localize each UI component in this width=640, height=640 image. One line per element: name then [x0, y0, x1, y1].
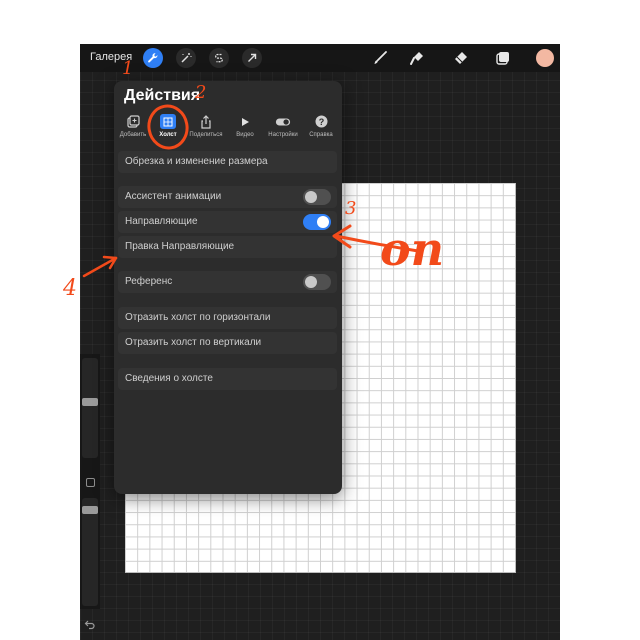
- flip-vertical-row[interactable]: Отразить холст по вертикали: [118, 332, 337, 354]
- share-icon: [198, 114, 214, 129]
- side-slider-bar: [80, 354, 100, 609]
- add-icon: [125, 114, 141, 129]
- tab-video[interactable]: Видео: [226, 113, 264, 143]
- tab-help[interactable]: ? Справка: [302, 113, 340, 143]
- drawing-guide-row[interactable]: Направляющие: [118, 211, 337, 233]
- tab-label: Настройки: [268, 132, 298, 138]
- reference-toggle[interactable]: [303, 274, 331, 290]
- annotation-number-4: 4: [63, 276, 77, 301]
- crop-resize-row[interactable]: Обрезка и изменение размера: [118, 151, 337, 173]
- opacity-slider[interactable]: [82, 498, 98, 606]
- annotation-number-1: 1: [122, 58, 134, 79]
- eraser-icon[interactable]: [451, 48, 471, 68]
- flip-horizontal-row[interactable]: Отразить холст по горизонтали: [118, 307, 337, 329]
- canvas-icon: [160, 114, 176, 129]
- actions-panel: Действия Добавить Холст Поделиться Видео…: [114, 81, 342, 494]
- play-icon: [237, 114, 253, 129]
- brush-size-slider[interactable]: [82, 358, 98, 458]
- smudge-icon[interactable]: [407, 48, 427, 68]
- opacity-thumb[interactable]: [82, 506, 98, 514]
- animation-assist-toggle[interactable]: [303, 189, 331, 205]
- tab-settings[interactable]: Настройки: [264, 113, 302, 143]
- tab-label: Видео: [236, 132, 254, 138]
- row-label: Направляющие: [125, 216, 198, 227]
- color-swatch[interactable]: [536, 49, 554, 67]
- reference-row[interactable]: Референс: [118, 271, 337, 293]
- undo-icon[interactable]: [84, 618, 96, 630]
- brush-size-thumb[interactable]: [82, 398, 98, 406]
- tab-add[interactable]: Добавить: [114, 113, 152, 143]
- row-label: Отразить холст по вертикали: [125, 337, 262, 348]
- top-toolbar: Галерея: [80, 44, 560, 72]
- wrench-icon[interactable]: [143, 48, 163, 68]
- row-label: Референс: [125, 276, 173, 287]
- modify-button[interactable]: [86, 478, 95, 487]
- annotation-number-2: 2: [195, 82, 207, 103]
- toggle-knob: [305, 276, 317, 288]
- canvas-info-row[interactable]: Сведения о холсте: [118, 368, 337, 390]
- toggle-icon: [275, 114, 291, 129]
- row-label: Сведения о холсте: [125, 373, 213, 384]
- brush-icon[interactable]: [370, 48, 390, 68]
- svg-text:?: ?: [318, 117, 324, 127]
- drawing-guide-toggle[interactable]: [303, 214, 331, 230]
- toggle-knob: [305, 191, 317, 203]
- tab-label: Холст: [159, 132, 177, 138]
- row-label: Обрезка и изменение размера: [125, 156, 268, 167]
- row-label: Отразить холст по горизонтали: [125, 312, 271, 323]
- panel-title: Действия: [124, 87, 201, 104]
- toggle-knob: [317, 216, 329, 228]
- tab-share[interactable]: Поделиться: [187, 113, 225, 143]
- edit-drawing-guide-row[interactable]: Правка Направляющие: [118, 236, 337, 258]
- animation-assist-row[interactable]: Ассистент анимации: [118, 186, 337, 208]
- magic-wand-icon[interactable]: [176, 48, 196, 68]
- tab-label: Поделиться: [189, 132, 223, 138]
- annotation-number-3: 3: [345, 198, 357, 219]
- layers-icon[interactable]: [493, 48, 513, 68]
- tab-canvas[interactable]: Холст: [149, 113, 187, 143]
- annotation-on-text: on: [380, 222, 445, 276]
- tab-label: Справка: [309, 132, 333, 138]
- actions-tabs: Добавить Холст Поделиться Видео Настройк…: [114, 113, 342, 143]
- photo-frame: Галерея Действия Добавить Холст Поделить…: [0, 0, 640, 640]
- selection-s-icon[interactable]: [209, 48, 229, 68]
- row-label: Ассистент анимации: [125, 191, 222, 202]
- row-label: Правка Направляющие: [125, 241, 235, 252]
- help-icon: ?: [313, 114, 329, 129]
- move-arrow-icon[interactable]: [242, 48, 262, 68]
